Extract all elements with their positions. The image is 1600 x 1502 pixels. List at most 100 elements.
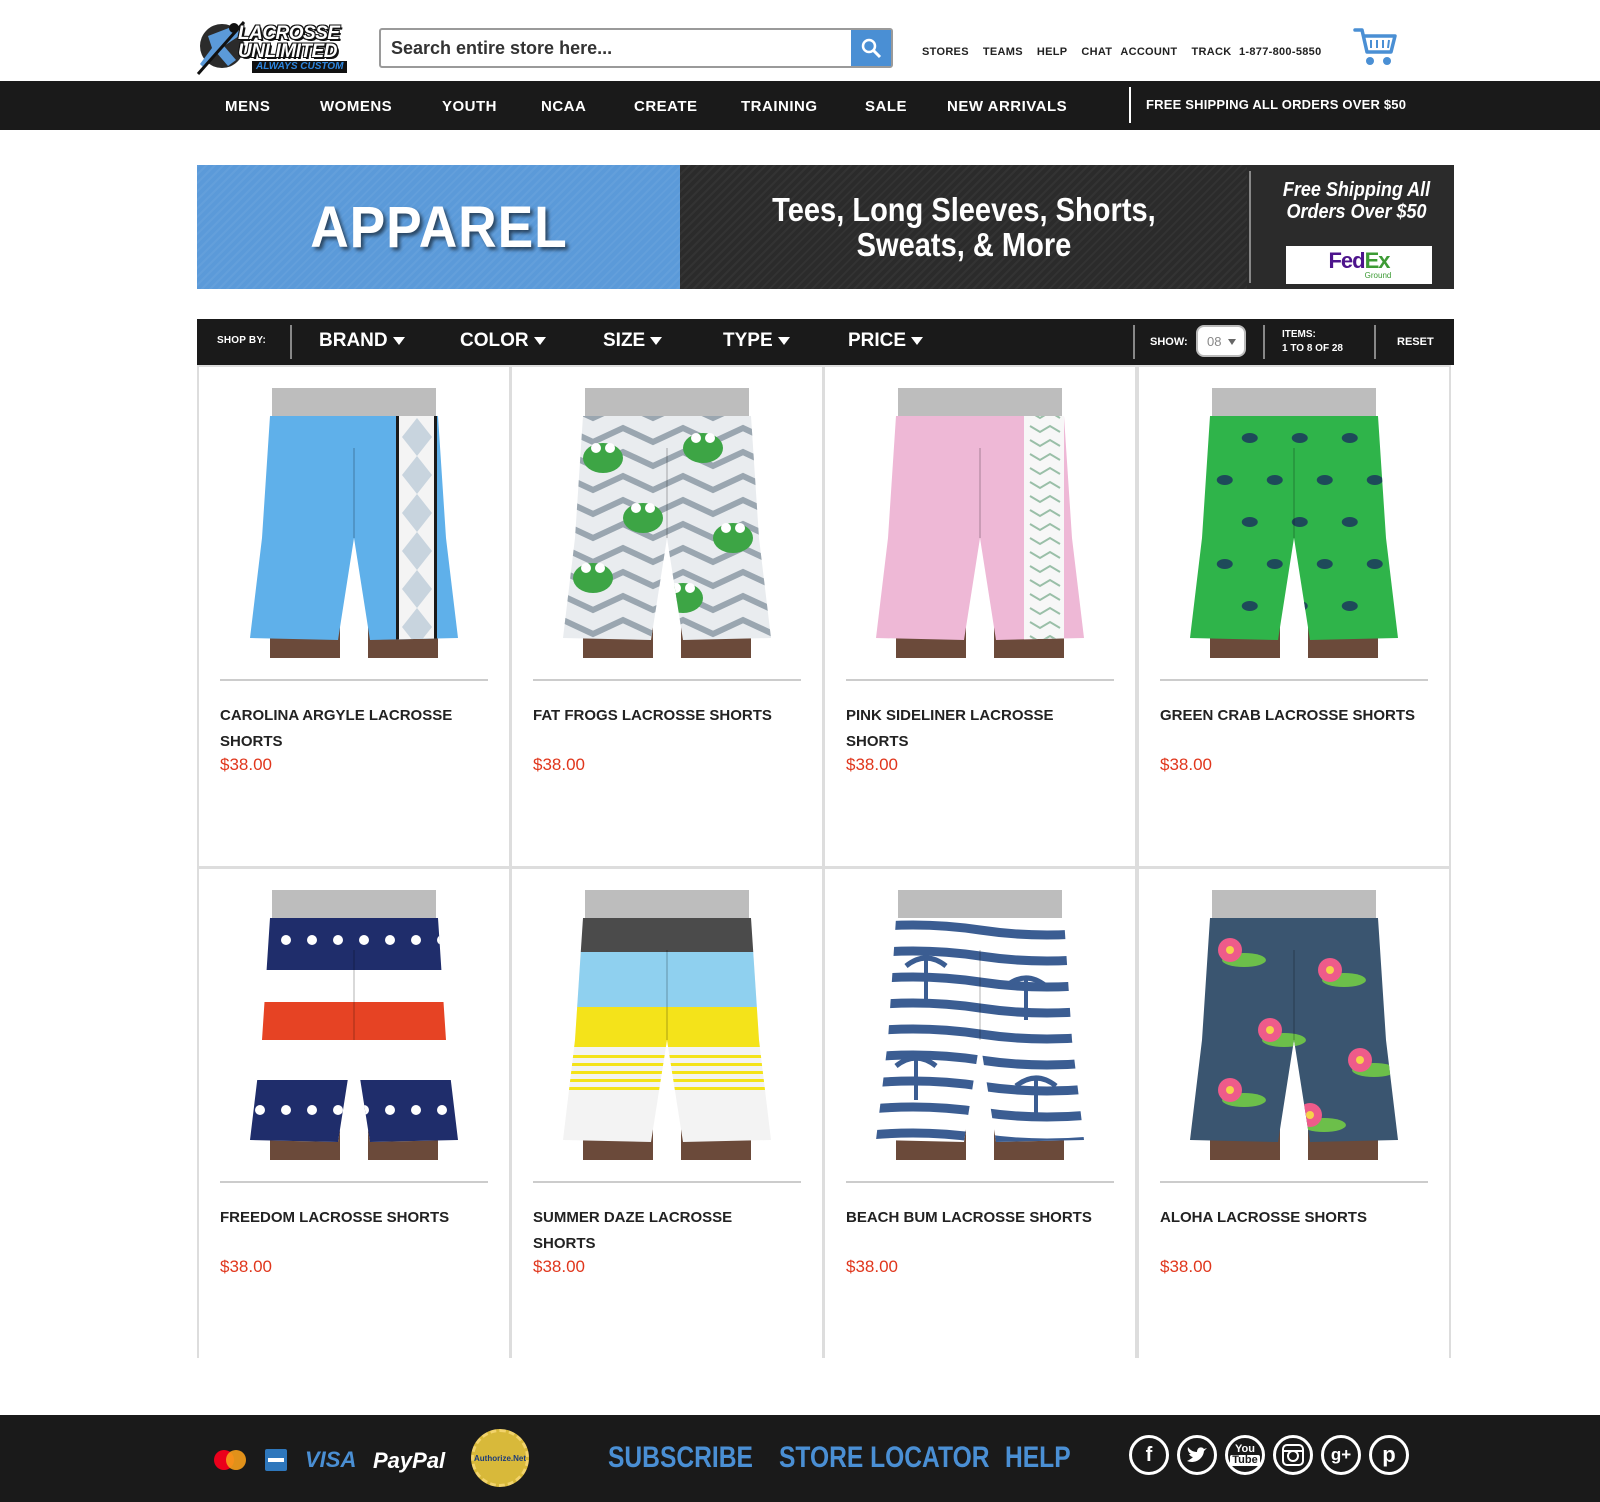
nav-new-arrivals[interactable]: NEW ARRIVALS	[947, 98, 1067, 115]
cart-button[interactable]	[1353, 26, 1397, 68]
mastercard-icon	[214, 1450, 246, 1470]
product-card[interactable]: GREEN CRAB LACROSSE SHORTS $38.00	[1137, 365, 1451, 868]
shop-by-label: SHOP BY:	[217, 335, 267, 346]
utility-links: STORES TEAMS HELP CHAT ACCOUNT TRACK	[922, 46, 1245, 58]
reset-button[interactable]: RESET	[1397, 336, 1434, 348]
brand-filter[interactable]: BRAND	[319, 330, 405, 352]
instagram-icon[interactable]	[1273, 1435, 1313, 1475]
shorts-image	[563, 890, 771, 1160]
product-card[interactable]: PINK SIDELINER LACROSSE SHORTS $38.00	[823, 365, 1137, 868]
product-price: $38.00	[846, 1257, 898, 1276]
product-name[interactable]: FREEDOM LACROSSE SHORTS	[220, 1205, 480, 1231]
nav-youth[interactable]: YOUTH	[442, 98, 497, 115]
color-filter[interactable]: COLOR	[460, 330, 546, 352]
caret-down-icon	[650, 337, 663, 345]
footer-help-link[interactable]: HELP	[1005, 1441, 1071, 1475]
product-image[interactable]	[846, 890, 1114, 1160]
card-divider	[1160, 1181, 1428, 1183]
type-filter-label: TYPE	[723, 330, 773, 351]
product-card[interactable]: BEACH BUM LACROSSE SHORTS $38.00	[823, 867, 1137, 1358]
site-footer: VISA PayPal Authorize.Net SUBSCRIBE STOR…	[0, 1415, 1600, 1502]
product-image[interactable]	[533, 890, 801, 1160]
product-card[interactable]: CAROLINA ARGYLE LACROSSE SHORTS $38.00	[197, 365, 511, 868]
shorts-image	[1190, 890, 1398, 1160]
card-divider	[846, 679, 1114, 681]
product-name[interactable]: BEACH BUM LACROSSE SHORTS	[846, 1205, 1106, 1231]
help-link[interactable]: HELP	[1037, 46, 1068, 58]
caret-down-icon	[777, 337, 790, 345]
search-input[interactable]	[381, 30, 853, 66]
site-logo[interactable]: LACROSSE UNLIMITED ALWAYS CUSTOM	[194, 16, 354, 78]
brand-filter-label: BRAND	[319, 330, 388, 351]
product-price: $38.00	[1160, 755, 1212, 774]
nav-mens[interactable]: MENS	[225, 98, 270, 115]
nav-training[interactable]: TRAINING	[741, 98, 818, 115]
product-price: $38.00	[533, 1257, 585, 1276]
caret-down-icon	[533, 337, 546, 345]
stores-link[interactable]: STORES	[922, 46, 969, 58]
account-link[interactable]: ACCOUNT	[1120, 46, 1177, 58]
shorts-image	[1190, 388, 1398, 658]
card-divider	[533, 679, 801, 681]
product-card[interactable]: FAT FROGS LACROSSE SHORTS $38.00	[510, 365, 824, 868]
card-divider	[220, 679, 488, 681]
nav-womens[interactable]: WOMENS	[320, 98, 392, 115]
product-card[interactable]: ALOHA LACROSSE SHORTS $38.00	[1137, 867, 1451, 1358]
teams-link[interactable]: TEAMS	[983, 46, 1023, 58]
top-header: LACROSSE UNLIMITED ALWAYS CUSTOM STORES …	[0, 0, 1600, 81]
facebook-icon[interactable]: f	[1129, 1435, 1169, 1475]
price-filter[interactable]: PRICE	[848, 330, 924, 352]
authorize-net-seal[interactable]: Authorize.Net	[471, 1429, 529, 1487]
filter-divider	[1133, 325, 1135, 359]
apparel-banner[interactable]: APPAREL Tees, Long Sleeves, Shorts, Swea…	[197, 165, 1454, 289]
chat-link[interactable]: CHAT	[1081, 46, 1112, 58]
store-locator-link[interactable]: STORE LOCATOR	[779, 1441, 989, 1475]
banner-title: APPAREL	[309, 194, 568, 260]
google-plus-icon[interactable]: g+	[1321, 1435, 1361, 1475]
logo-line-2: UNLIMITED	[238, 41, 337, 62]
product-name[interactable]: GREEN CRAB LACROSSE SHORTS	[1160, 703, 1420, 729]
type-filter[interactable]: TYPE	[723, 330, 790, 352]
product-image[interactable]	[1160, 388, 1428, 658]
product-image[interactable]	[220, 388, 488, 658]
product-price: $38.00	[846, 755, 898, 774]
product-image[interactable]	[220, 890, 488, 1160]
search-box	[379, 28, 893, 68]
product-image[interactable]	[533, 388, 801, 658]
filter-bar: SHOP BY: BRAND COLOR SIZE TYPE PRICE SHO…	[197, 319, 1454, 365]
fedex-ground: Ground	[1364, 271, 1392, 280]
fedex-logo: FedEx Ground	[1286, 246, 1432, 284]
card-divider	[220, 1181, 488, 1183]
product-image[interactable]	[846, 388, 1114, 658]
product-name[interactable]: FAT FROGS LACROSSE SHORTS	[533, 703, 793, 729]
product-card[interactable]: FREEDOM LACROSSE SHORTS $38.00	[197, 867, 511, 1358]
nav-create[interactable]: CREATE	[634, 98, 698, 115]
product-image[interactable]	[1160, 890, 1428, 1160]
search-icon	[861, 38, 882, 59]
card-divider	[533, 1181, 801, 1183]
pinterest-icon[interactable]: p	[1369, 1435, 1409, 1475]
track-link[interactable]: TRACK	[1191, 46, 1231, 58]
show-count-select[interactable]: 08	[1196, 325, 1246, 357]
product-name[interactable]: SUMMER DAZE LACROSSE SHORTS	[533, 1205, 793, 1257]
nav-divider	[1129, 87, 1131, 123]
twitter-icon[interactable]	[1177, 1435, 1217, 1475]
subscribe-link[interactable]: SUBSCRIBE	[608, 1441, 753, 1475]
nav-sale[interactable]: SALE	[865, 98, 907, 115]
filter-divider	[290, 325, 292, 359]
product-name[interactable]: PINK SIDELINER LACROSSE SHORTS	[846, 703, 1106, 755]
size-filter[interactable]: SIZE	[603, 330, 663, 352]
product-name[interactable]: ALOHA LACROSSE SHORTS	[1160, 1205, 1420, 1231]
product-card[interactable]: SUMMER DAZE LACROSSE SHORTS $38.00	[510, 867, 824, 1358]
chevron-down-icon	[1228, 339, 1236, 345]
shorts-image	[876, 890, 1084, 1160]
shorts-image	[250, 890, 458, 1160]
youtube-icon[interactable]: You Tube	[1225, 1435, 1265, 1475]
phone-number[interactable]: 1-877-800-5850	[1239, 46, 1321, 58]
nav-ncaa[interactable]: NCAA	[541, 98, 586, 115]
fedex-fe: Fed	[1328, 248, 1365, 273]
size-filter-label: SIZE	[603, 330, 646, 351]
card-divider	[1160, 679, 1428, 681]
product-name[interactable]: CAROLINA ARGYLE LACROSSE SHORTS	[220, 703, 480, 755]
search-button[interactable]	[851, 30, 891, 66]
